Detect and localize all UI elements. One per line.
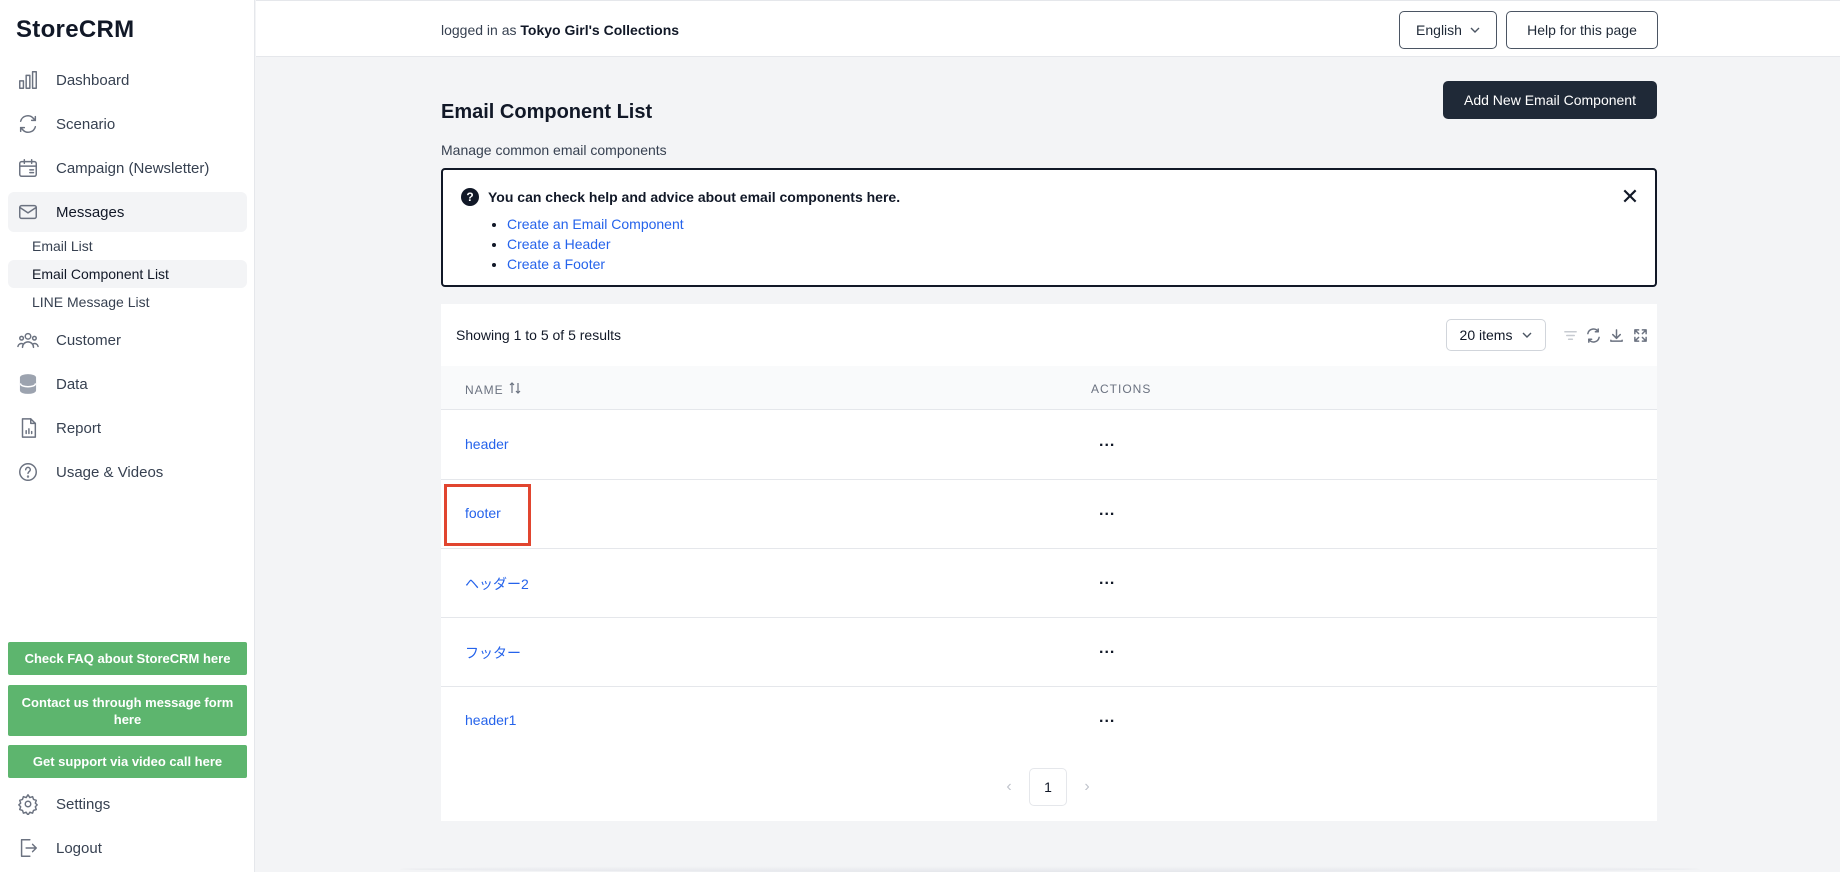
- question-circle-icon: [17, 461, 39, 483]
- refresh-icon: [17, 113, 39, 135]
- sort-icon: [509, 382, 521, 397]
- sidebar-subitem-email-list[interactable]: Email List: [8, 232, 247, 260]
- chevron-left-icon[interactable]: ‹: [999, 778, 1019, 796]
- video-support-button[interactable]: Get support via video call here: [8, 745, 247, 778]
- results-count: Showing 1 to 5 of 5 results: [456, 327, 621, 343]
- row-actions-menu[interactable]: ...: [1099, 502, 1115, 520]
- sidebar-item-label: Scenario: [56, 115, 116, 133]
- sidebar-item-label: Campaign (Newsletter): [56, 159, 210, 177]
- chevron-down-icon: [1470, 22, 1480, 38]
- sidebar-item-label: Dashboard: [56, 71, 130, 89]
- sidebar-item-data[interactable]: Data: [8, 364, 247, 404]
- sidebar: StoreCRM Dashboard Scenario Campaign (Ne…: [0, 0, 255, 872]
- calendar-icon: [17, 157, 39, 179]
- column-name-header[interactable]: NAME: [465, 382, 521, 397]
- sidebar-item-scenario[interactable]: Scenario: [8, 104, 247, 144]
- table-row: footer ...: [441, 480, 1657, 549]
- logout-icon: [17, 837, 39, 859]
- help-links: Create an Email Component Create a Heade…: [507, 214, 684, 274]
- logged-in-text: logged in as Tokyo Girl's Collections: [441, 22, 680, 38]
- sidebar-item-report[interactable]: Report: [8, 408, 247, 448]
- add-new-email-component-button[interactable]: Add New Email Component: [1443, 81, 1657, 119]
- row-actions-menu[interactable]: ...: [1099, 640, 1115, 658]
- link-create-header[interactable]: Create a Header: [507, 236, 611, 252]
- close-icon[interactable]: ✕: [1619, 184, 1641, 209]
- sidebar-subitem-email-component-list[interactable]: Email Component List: [8, 260, 247, 288]
- sidebar-item-label: Usage & Videos: [56, 463, 164, 481]
- page-title: Email Component List: [441, 101, 653, 123]
- component-name-link[interactable]: フッター: [465, 643, 521, 663]
- envelope-icon: [17, 201, 39, 223]
- gear-icon: [17, 793, 39, 815]
- sidebar-item-label: Settings: [56, 795, 111, 813]
- help-button[interactable]: Help for this page: [1506, 11, 1658, 49]
- table-header: NAME ACTIONS: [441, 366, 1657, 410]
- component-name-link[interactable]: header: [465, 436, 509, 452]
- sidebar-item-messages[interactable]: Messages: [8, 192, 247, 232]
- chevron-right-icon[interactable]: ›: [1077, 778, 1097, 796]
- question-icon: ?: [461, 188, 479, 206]
- help-info-box: ? You can check help and advice about em…: [441, 168, 1657, 287]
- sidebar-item-campaign[interactable]: Campaign (Newsletter): [8, 148, 247, 188]
- sidebar-item-label: Logout: [56, 839, 102, 857]
- page-number[interactable]: 1: [1029, 768, 1067, 806]
- filter-icon[interactable]: [1561, 326, 1579, 344]
- sidebar-item-settings[interactable]: Settings: [8, 784, 247, 824]
- link-create-email-component[interactable]: Create an Email Component: [507, 216, 684, 232]
- bar-chart-icon: [17, 69, 39, 91]
- column-actions-header: ACTIONS: [1091, 382, 1152, 396]
- sidebar-subitem-line-message-list[interactable]: LINE Message List: [8, 288, 247, 316]
- sidebar-item-label: Report: [56, 419, 102, 437]
- component-name-link[interactable]: ヘッダー2: [465, 574, 529, 594]
- link-create-footer[interactable]: Create a Footer: [507, 256, 605, 272]
- sidebar-item-logout[interactable]: Logout: [8, 828, 247, 868]
- sidebar-item-dashboard[interactable]: Dashboard: [8, 60, 247, 100]
- row-actions-menu[interactable]: ...: [1099, 709, 1115, 727]
- page-size-select[interactable]: 20 items: [1446, 319, 1546, 351]
- sidebar-item-label: Data: [56, 375, 88, 393]
- download-icon[interactable]: [1607, 326, 1625, 344]
- contact-form-button[interactable]: Contact us through message form here: [8, 685, 247, 736]
- bottom-edge: [400, 866, 1700, 872]
- top-bar: logged in as Tokyo Girl's Collections En…: [256, 0, 1840, 57]
- component-table-card: Showing 1 to 5 of 5 results 20 items NAM…: [441, 304, 1657, 821]
- sidebar-item-label: Messages: [56, 203, 125, 221]
- table-row: ヘッダー2 ...: [441, 549, 1657, 618]
- sidebar-item-usage-videos[interactable]: Usage & Videos: [8, 452, 247, 492]
- refresh-icon[interactable]: [1584, 326, 1602, 344]
- faq-button[interactable]: Check FAQ about StoreCRM here: [8, 642, 247, 675]
- sidebar-item-label: Customer: [56, 331, 122, 349]
- component-name-link[interactable]: footer: [465, 505, 501, 521]
- database-icon: [17, 373, 39, 395]
- fullscreen-icon[interactable]: [1631, 326, 1649, 344]
- row-actions-menu[interactable]: ...: [1099, 571, 1115, 589]
- table-row: フッター ...: [441, 618, 1657, 687]
- sidebar-item-customer[interactable]: Customer: [8, 320, 247, 360]
- component-name-link[interactable]: header1: [465, 712, 516, 728]
- users-icon: [17, 329, 39, 351]
- row-actions-menu[interactable]: ...: [1099, 433, 1115, 451]
- table-row: header ...: [441, 411, 1657, 480]
- brand-logo[interactable]: StoreCRM: [16, 16, 134, 44]
- table-row: header1 ...: [441, 687, 1657, 756]
- account-name: Tokyo Girl's Collections: [520, 22, 680, 38]
- language-select[interactable]: English: [1399, 11, 1497, 49]
- info-heading: ? You can check help and advice about em…: [461, 188, 900, 206]
- page-subtitle: Manage common email components: [441, 142, 667, 158]
- document-chart-icon: [17, 417, 39, 439]
- pagination: ‹ 1 ›: [999, 768, 1097, 806]
- chevron-down-icon: [1522, 327, 1532, 343]
